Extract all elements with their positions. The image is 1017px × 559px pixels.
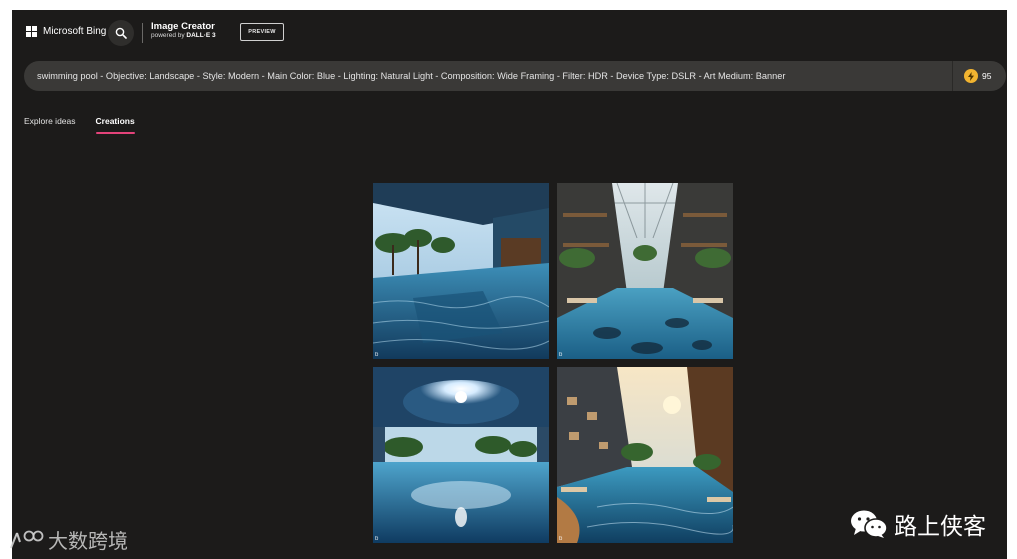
bing-brand-link[interactable]: Microsoft Bing [26, 26, 106, 37]
wechat-watermark: 路上侠客 [850, 507, 986, 541]
generated-image-2[interactable]: b [557, 183, 733, 359]
header-divider [142, 23, 143, 43]
creations-grid: b b b b [373, 183, 733, 543]
wechat-watermark-text: 路上侠客 [894, 513, 986, 539]
tab-bar: Explore ideas Creations [24, 116, 135, 134]
creator-subtitle: powered by DALL·E 3 [151, 32, 216, 40]
tab-creations[interactable]: Creations [95, 116, 135, 134]
boost-coin-icon [964, 69, 978, 83]
corner-watermark: 大数跨境 [8, 525, 128, 554]
prompt-input[interactable]: swimming pool - Objective: Landscape - S… [37, 61, 937, 91]
boosts-counter[interactable]: 95 [964, 69, 991, 83]
image-creator-link[interactable]: Image Creator powered by DALL·E 3 [151, 21, 216, 40]
creator-title: Image Creator [151, 21, 215, 32]
pool-image-3 [373, 367, 549, 543]
tab-explore-ideas[interactable]: Explore ideas [24, 116, 76, 134]
corner-watermark-text: 大数跨境 [48, 531, 128, 553]
watermark-logo-icon [10, 530, 44, 548]
image-badge: b [559, 352, 563, 358]
boost-count: 95 [982, 71, 992, 81]
microsoft-logo-icon [26, 26, 37, 37]
generated-image-4[interactable]: b [557, 367, 733, 543]
generated-image-3[interactable]: b [373, 367, 549, 543]
image-badge: b [559, 536, 563, 542]
generated-image-1[interactable]: b [373, 183, 549, 359]
image-badge: b [375, 536, 379, 542]
brand-label: Microsoft Bing [43, 26, 107, 37]
search-icon [115, 27, 127, 39]
image-badge: b [375, 352, 379, 358]
prompt-bar: swimming pool - Objective: Landscape - S… [24, 61, 1006, 91]
preview-badge: PREVIEW [240, 23, 284, 41]
search-button[interactable] [108, 20, 134, 46]
pool-image-2 [557, 183, 733, 359]
prompt-divider [952, 61, 953, 91]
wechat-icon [851, 510, 888, 538]
header: Microsoft Bing Image Creator powered by … [12, 10, 1007, 55]
image-creator-window: Microsoft Bing Image Creator powered by … [12, 10, 1007, 559]
pool-image-4 [557, 367, 733, 543]
pool-image-1 [373, 183, 549, 359]
